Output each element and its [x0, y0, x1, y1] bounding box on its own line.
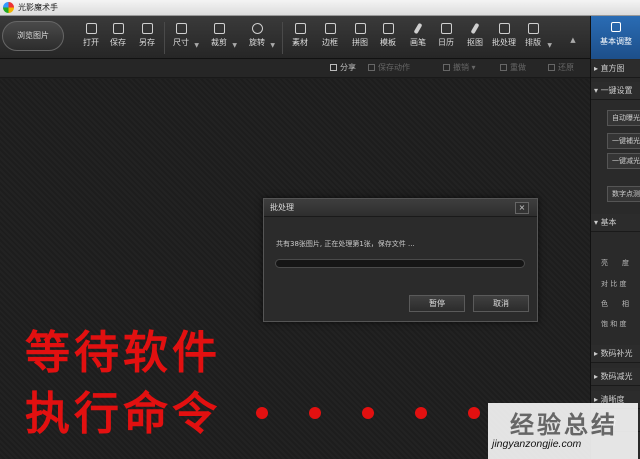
overlay-dot [256, 407, 268, 419]
rotate-dropdown-caret-icon[interactable]: ▼ [270, 42, 275, 49]
batch-process-dialog: 批处理 × 共有38张图片, 正在处理第1张，保存文件 ... 暂停 取消 [263, 198, 538, 322]
restore-icon [548, 64, 555, 71]
layout-dropdown-caret-icon[interactable]: ▼ [547, 42, 552, 49]
action-bar: 分享 保存动作 撤销 ▾ 重做 还原 [0, 59, 590, 78]
crop-button[interactable]: 裁剪 ▼ [208, 23, 237, 53]
border-icon [324, 23, 336, 34]
redo-button[interactable]: 重做 [500, 62, 526, 73]
section-digital-reduce-light[interactable]: ▸ 数码减光 [591, 368, 640, 386]
brush-button[interactable]: 画笔 [406, 22, 430, 53]
save-button[interactable]: 保存 [107, 23, 129, 53]
watermark: 经验总结 jingyanzongjie.com [488, 403, 638, 459]
collage-icon [354, 23, 366, 34]
batch-icon [498, 23, 510, 34]
adjust-panel: 基本调整 ▸ 直方图 ▾ 一键设置 自动曝光 一键補光 一键减光 数字点测光 ▾… [590, 16, 640, 459]
collage-button[interactable]: 拼图 [348, 23, 372, 53]
share-icon [330, 64, 337, 71]
cancel-button[interactable]: 取消 [473, 295, 529, 312]
overlay-line-2: 执行命令 [25, 387, 222, 440]
calendar-button[interactable]: 日历 [434, 23, 458, 53]
overlay-line-1: 等待软件 [25, 326, 222, 379]
undo-button[interactable]: 撤销 ▾ [443, 62, 476, 73]
layout-icon [527, 23, 539, 34]
overlay-dot [362, 407, 374, 419]
hue-label: 色 相 [601, 300, 629, 308]
section-histogram[interactable]: ▸ 直方图 [591, 60, 640, 78]
progress-bar [275, 259, 525, 268]
dialog-title-bar: 批处理 × [264, 199, 537, 217]
share-button[interactable]: 分享 [330, 62, 356, 73]
spot-metering-button[interactable]: 数字点测光 [607, 186, 640, 202]
window-title: 光影魔术手 [18, 3, 58, 12]
resize-icon [175, 23, 187, 34]
dialog-close-button[interactable]: × [515, 202, 529, 214]
resize-dropdown-caret-icon[interactable]: ▼ [194, 42, 199, 49]
saturation-label: 饱 和 度 [601, 320, 627, 328]
restore-button[interactable]: 还原 [548, 62, 574, 73]
save-icon [112, 23, 124, 34]
layout-button[interactable]: 排版 ▼ [521, 23, 552, 53]
border-button[interactable]: 边框 [318, 23, 342, 53]
open-button[interactable]: 打开 [80, 23, 102, 53]
rotate-button[interactable]: 旋转 ▼ [246, 23, 275, 53]
rotate-icon [251, 23, 263, 34]
toolbar-divider [282, 22, 283, 54]
undo-icon [443, 64, 450, 71]
save-action-icon [368, 64, 375, 71]
crop-dropdown-caret-icon[interactable]: ▼ [232, 42, 237, 49]
resize-button[interactable]: 尺寸 ▼ [170, 23, 199, 53]
material-button[interactable]: 素材 [288, 23, 312, 53]
section-digital-fill-light[interactable]: ▸ 数码补光 [591, 345, 640, 363]
app-logo-icon [3, 2, 14, 13]
save-as-button[interactable]: 另存 [136, 23, 158, 53]
redo-icon [500, 64, 507, 71]
calendar-icon [440, 23, 452, 34]
pause-button[interactable]: 暂停 [409, 295, 465, 312]
toolbar-divider [164, 22, 165, 54]
overlay-dot [309, 407, 321, 419]
dialog-title: 批处理 [270, 203, 294, 212]
template-icon [382, 23, 394, 34]
section-one-click[interactable]: ▾ 一键设置 [591, 82, 640, 100]
one-click-reduce-light-button[interactable]: 一键减光 [607, 153, 640, 169]
one-click-fill-light-button[interactable]: 一键補光 [607, 133, 640, 149]
browse-images-button[interactable]: 浏览图片 [2, 21, 64, 51]
title-bar: 光影魔术手 [0, 0, 640, 16]
contrast-label: 对 比 度 [601, 280, 627, 288]
progress-status-text: 共有38张图片, 正在处理第1张，保存文件 ... [276, 240, 415, 248]
overlay-dot [415, 407, 427, 419]
tab-basic-adjust[interactable]: 基本调整 [591, 16, 640, 59]
auto-exposure-button[interactable]: 自动曝光 [607, 110, 640, 126]
open-icon [85, 23, 97, 34]
template-button[interactable]: 模板 [376, 23, 400, 53]
crop-icon [213, 23, 225, 34]
basic-adjust-icon [611, 22, 621, 32]
brightness-label: 亮 度 [601, 259, 629, 267]
overlay-dot [468, 407, 480, 419]
main-toolbar: 浏览图片 打开 保存 另存 尺寸 ▼ 裁剪 ▼ 旋转 ▼ 素材 边框 拼图 模板… [0, 16, 590, 59]
brush-icon [413, 22, 423, 35]
cutout-icon [470, 22, 480, 35]
batch-button[interactable]: 批处理 [489, 23, 519, 53]
section-basic[interactable]: ▾ 基本 [591, 214, 640, 232]
save-action-button[interactable]: 保存动作 [368, 62, 410, 73]
watermark-text: 经验总结 [510, 411, 618, 439]
save-as-icon [141, 23, 153, 34]
watermark-url: jingyanzongjie.com [492, 438, 582, 450]
material-icon [294, 23, 306, 34]
cutout-button[interactable]: 抠图 [463, 22, 487, 53]
